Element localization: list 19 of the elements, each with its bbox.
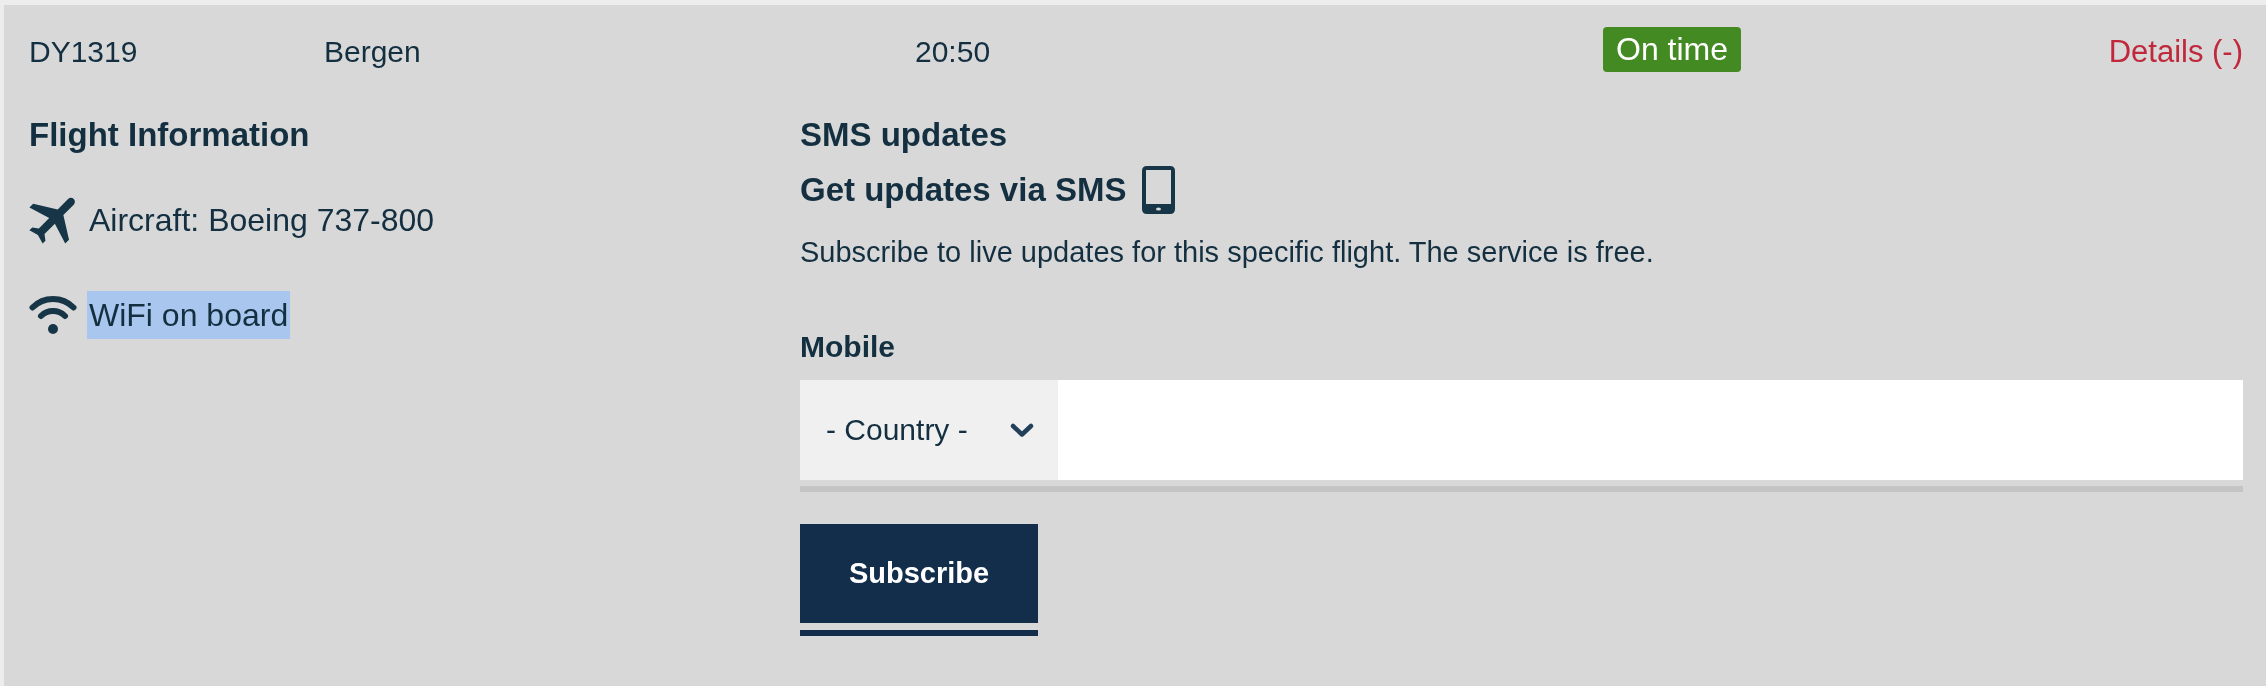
status-badge: On time	[1603, 27, 1742, 72]
subscribe-button[interactable]: Subscribe	[800, 524, 1038, 636]
details-link[interactable]: Details (-)	[2108, 29, 2243, 70]
airplane-icon	[29, 196, 77, 244]
feature-label: WiFi on board	[87, 291, 291, 339]
description-text: Subscribe to live updates for this specific flight. The service is free.	[800, 235, 1655, 270]
phone-icon	[1142, 166, 1176, 214]
wifi-icon	[29, 295, 77, 335]
section-title: Flight Information	[29, 117, 311, 153]
section-title: SMS updates	[800, 117, 1009, 153]
field-label: Mobile	[800, 329, 896, 365]
feature-label: Aircraft: Boeing 737-800	[88, 201, 436, 240]
chevron-down-icon	[1010, 422, 1034, 438]
phone-input-field[interactable]	[1058, 380, 2243, 480]
section-subtitle: Get updates via SMS	[800, 172, 1127, 208]
flight-number: DY1319	[29, 33, 139, 69]
destination-city: Bergen	[324, 33, 422, 69]
country-select[interactable]: - Country -	[800, 380, 1058, 480]
departure-time: 20:50	[915, 33, 992, 69]
